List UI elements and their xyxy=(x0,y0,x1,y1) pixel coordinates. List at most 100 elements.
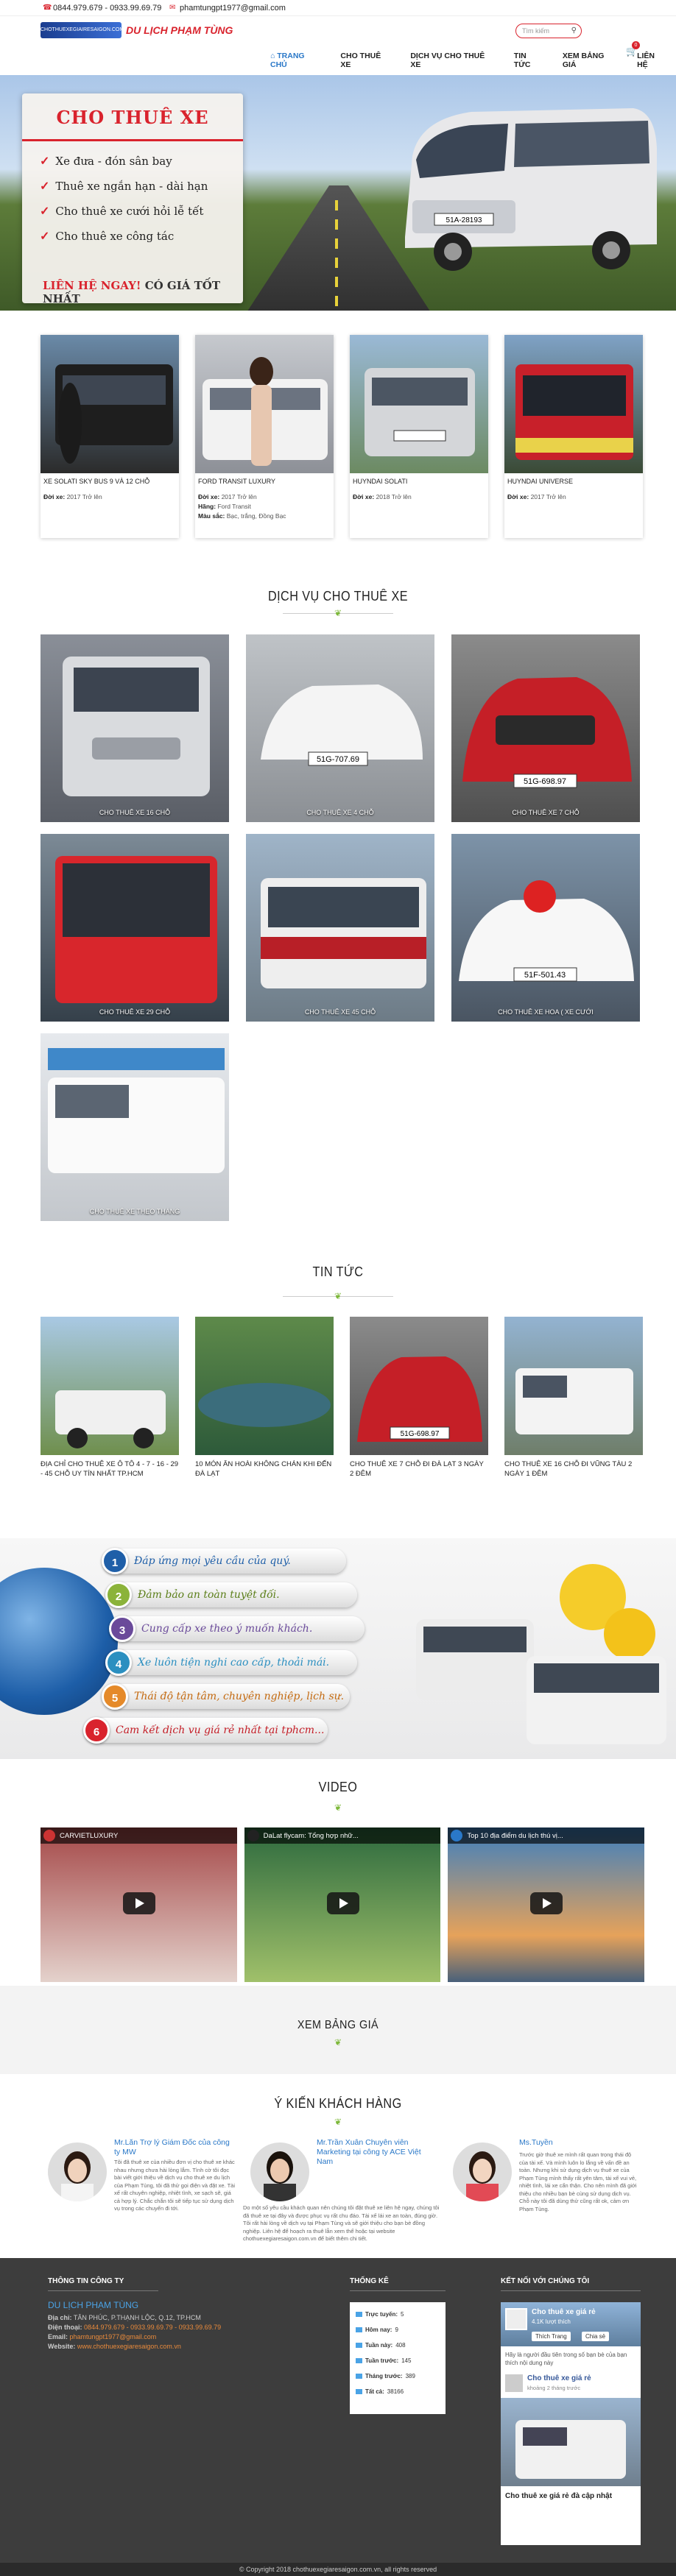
product-card[interactable]: HUYNDAI UNIVERSE Đời xe: 2017 Trở lên xyxy=(504,335,643,538)
fb-post-title[interactable]: Cho thuê xe giá rẻ xyxy=(527,2374,591,2382)
hero-item: ✓ Cho thuê xe công tác xyxy=(40,229,175,243)
fb-page-name[interactable]: Cho thuê xe giá rẻ xyxy=(532,2308,596,2316)
fb-share-button[interactable]: Chia sẻ xyxy=(582,2332,610,2341)
service-label: CHO THUÊ XE THEO THÁNG xyxy=(89,1208,180,1215)
service-label: CHO THUÊ XE HOA ( XE CƯỚI xyxy=(498,1008,594,1016)
play-button[interactable] xyxy=(530,1892,563,1914)
benefit-item: 5 Thái độ tận tâm, chuyên nghiệp, lịch sự… xyxy=(102,1683,350,1710)
footer-divider xyxy=(350,2290,446,2291)
news-image[interactable]: 51G-698.97 xyxy=(350,1317,488,1455)
news-image[interactable] xyxy=(195,1317,334,1455)
hero-title: CHO THUÊ XE xyxy=(56,107,209,128)
plate-text: 51G-707.69 xyxy=(317,755,359,764)
service-image xyxy=(48,1048,225,1173)
stat-row: Tuần trước: 145 xyxy=(356,2353,440,2368)
check-icon: ✓ xyxy=(40,204,50,218)
video-list: CARVIETLUXURY DaLat flycam: Tổng hợp nhữ… xyxy=(41,1827,645,1982)
play-button[interactable] xyxy=(123,1892,155,1914)
leaf-icon: ❦ xyxy=(334,608,342,618)
testimonial-text: Trước giờ thuê xe mình rất quan trọng th… xyxy=(519,2151,637,2212)
news-image[interactable] xyxy=(41,1317,179,1455)
innova-image: 51G-698.97 xyxy=(357,1356,482,1442)
cart-icon[interactable]: 🛒 0 xyxy=(626,41,640,57)
footer-divider xyxy=(501,2290,641,2291)
fb-post-image[interactable] xyxy=(501,2398,641,2486)
service-card[interactable]: CHO THUÊ XE 16 CHỖ xyxy=(41,634,229,822)
phone-icon: ☎ xyxy=(43,4,52,12)
product-image[interactable] xyxy=(350,335,488,473)
product-title[interactable]: HUYNDAI UNIVERSE xyxy=(504,473,643,485)
news-title[interactable]: ĐỊA CHỈ CHO THUÊ XE Ô TÔ 4 - 7 - 16 - 29… xyxy=(41,1455,179,1483)
footer-stats-title: THỐNG KÊ xyxy=(350,2277,389,2285)
transit-image xyxy=(515,1368,633,1434)
video-title-text: CARVIETLUXURY xyxy=(60,1832,119,1840)
service-card[interactable]: CHO THUÊ XE 29 CHỖ xyxy=(41,834,229,1022)
fb-like-button[interactable]: Thích Trang xyxy=(532,2332,571,2341)
road-line xyxy=(335,200,338,311)
service-label: CHO THUÊ XE 4 CHỖ xyxy=(306,809,374,816)
benefit-number: 6 xyxy=(83,1717,110,1744)
product-card[interactable]: XE SOLATI SKY BUS 9 VÀ 12 CHỖ Đời xe: 20… xyxy=(41,335,179,538)
service-card[interactable]: CHO THUÊ XE 45 CHỖ xyxy=(246,834,434,1022)
topbar-phone[interactable]: ☎ 0844.979.679 - 0933.99.69.79 xyxy=(43,4,161,13)
news-title[interactable]: 10 MÓN ĂN HOÀI KHÔNG CHÁN KHI ĐẾN ĐÀ LẠT xyxy=(195,1455,334,1483)
testimonial-text: Do một số yêu cầu khách quan nên chúng t… xyxy=(243,2204,440,2242)
search-icon[interactable]: ⚲ xyxy=(571,26,577,35)
video-embed[interactable]: Top 10 địa điểm du lịch thú vị... xyxy=(448,1827,645,1982)
company-phone: Điện thoại: 0844.979.679 - 0933.99.69.79… xyxy=(48,2324,222,2331)
news-title[interactable]: CHO THUÊ XE 16 CHỖ ĐI VŨNG TÀU 2 NGÀY 1 … xyxy=(504,1455,643,1483)
news-item[interactable]: 51G-698.97 CHO THUÊ XE 7 CHỖ ĐI ĐÀ LẠT 3… xyxy=(350,1317,488,1483)
play-button[interactable] xyxy=(326,1892,359,1914)
video-embed[interactable]: CARVIETLUXURY xyxy=(41,1827,237,1982)
service-card[interactable]: 51G-698.97 CHO THUÊ XE 7 CHỖ xyxy=(451,634,640,822)
nav-tin-tuc[interactable]: TIN TỨC xyxy=(505,49,554,72)
service-image: 51G-707.69 xyxy=(261,684,423,766)
hero-cta[interactable]: LIÊN HỆ NGAY! CÓ GIÁ TỐT NHẤT xyxy=(43,279,243,305)
header: CHOTHUEXEGIAIRESAIGON.COM.VN DU LỊCH PHẠ… xyxy=(0,16,676,75)
news-item[interactable]: CHO THUÊ XE 16 CHỖ ĐI VŨNG TÀU 2 NGÀY 1 … xyxy=(504,1317,643,1483)
topbar-email[interactable]: ✉ phamtungpt1977@gmail.com xyxy=(169,4,286,13)
plate-text: 51F-501.43 xyxy=(524,971,566,980)
plate-text: 51G-698.97 xyxy=(401,1430,440,1438)
product-title[interactable]: FORD TRANSIT LUXURY xyxy=(195,473,334,485)
news-item[interactable]: ĐỊA CHỈ CHO THUÊ XE Ô TÔ 4 - 7 - 16 - 29… xyxy=(41,1317,179,1483)
plate-text: 51G-698.97 xyxy=(524,777,566,786)
service-card[interactable]: 51G-707.69 CHO THUÊ XE 4 CHỖ xyxy=(246,634,434,822)
logo[interactable]: CHOTHUEXEGIAIRESAIGON.COM.VN DU LỊCH PHẠ… xyxy=(41,22,233,38)
product-image[interactable] xyxy=(504,335,643,473)
fb-text: Hãy là người đầu tiên trong số bạn bè củ… xyxy=(505,2352,627,2366)
testimonial-name: Ms.Tuyền xyxy=(519,2138,553,2147)
product-details: Đời xe: 2017 Trở lên xyxy=(43,493,102,500)
video-embed[interactable]: DaLat flycam: Tổng hợp nhữ... xyxy=(244,1827,441,1982)
service-card[interactable]: CHO THUÊ XE THEO THÁNG xyxy=(41,1033,229,1221)
testimonial-text: Tôi đã thuê xe của nhiều đơn vị cho thuê… xyxy=(114,2159,236,2212)
product-card[interactable]: HUYNDAI SOLATI Đời xe: 2018 Trở lên xyxy=(350,335,488,538)
benefit-text: Đáp ứng mọi yêu cầu của quý. xyxy=(134,1555,291,1567)
news-item[interactable]: 10 MÓN ĂN HOÀI KHÔNG CHÁN KHI ĐẾN ĐÀ LẠT xyxy=(195,1317,334,1483)
check-icon: ✓ xyxy=(40,154,50,168)
news-title[interactable]: CHO THUÊ XE 7 CHỖ ĐI ĐÀ LẠT 3 NGÀY 2 ĐÊM xyxy=(350,1455,488,1483)
nav-bang-gia[interactable]: XEM BẢNG GIÁ xyxy=(554,49,628,72)
search-input[interactable]: Tìm kiếm ⚲ xyxy=(515,24,582,38)
product-image[interactable] xyxy=(41,335,179,473)
stats-box: Trực tuyến: 5 Hôm nay: 9 Tuần này: 408 Tuần… xyxy=(350,2302,446,2414)
nav-trang-chu[interactable]: ⌂ TRANG CHỦ xyxy=(261,49,331,72)
nav-cho-thue-xe[interactable]: CHO THUÊ XE xyxy=(331,49,401,72)
pricing-title[interactable]: XEM BẢNG GIÁ xyxy=(34,2019,642,2032)
product-title[interactable]: HUYNDAI SOLATI xyxy=(350,473,488,485)
product-image[interactable] xyxy=(195,335,334,473)
service-card[interactable]: 51F-501.43 CHO THUÊ XE HOA ( XE CƯỚI xyxy=(451,834,640,1022)
news-image[interactable] xyxy=(504,1317,643,1455)
footer-info-title: THÔNG TIN CÔNG TY xyxy=(48,2277,124,2285)
facebook-widget: Cho thuê xe giá rẻ 4.1K lượt thích Thích… xyxy=(501,2302,641,2545)
fb-post-caption[interactable]: Cho thuê xe giá rẻ đà cập nhật xyxy=(505,2492,636,2500)
nav-dich-vu[interactable]: DỊCH VỤ CHO THUÊ XE xyxy=(401,49,504,72)
service-image xyxy=(261,878,426,988)
company-address: Địa chỉ: TÂN PHÚC, P.THẠNH LỘC, Q.12, TP… xyxy=(48,2314,201,2321)
service-label: CHO THUÊ XE 45 CHỖ xyxy=(304,1008,376,1016)
product-card[interactable]: FORD TRANSIT LUXURY Đời xe: 2017 Trở lên… xyxy=(195,335,334,538)
check-icon: ✓ xyxy=(40,229,50,243)
product-title[interactable]: XE SOLATI SKY BUS 9 VÀ 12 CHỖ xyxy=(41,473,179,485)
footer: THÔNG TIN CÔNG TY DU LỊCH PHẠM TÙNG Địa … xyxy=(0,2258,676,2563)
benefit-number: 5 xyxy=(102,1683,128,1710)
